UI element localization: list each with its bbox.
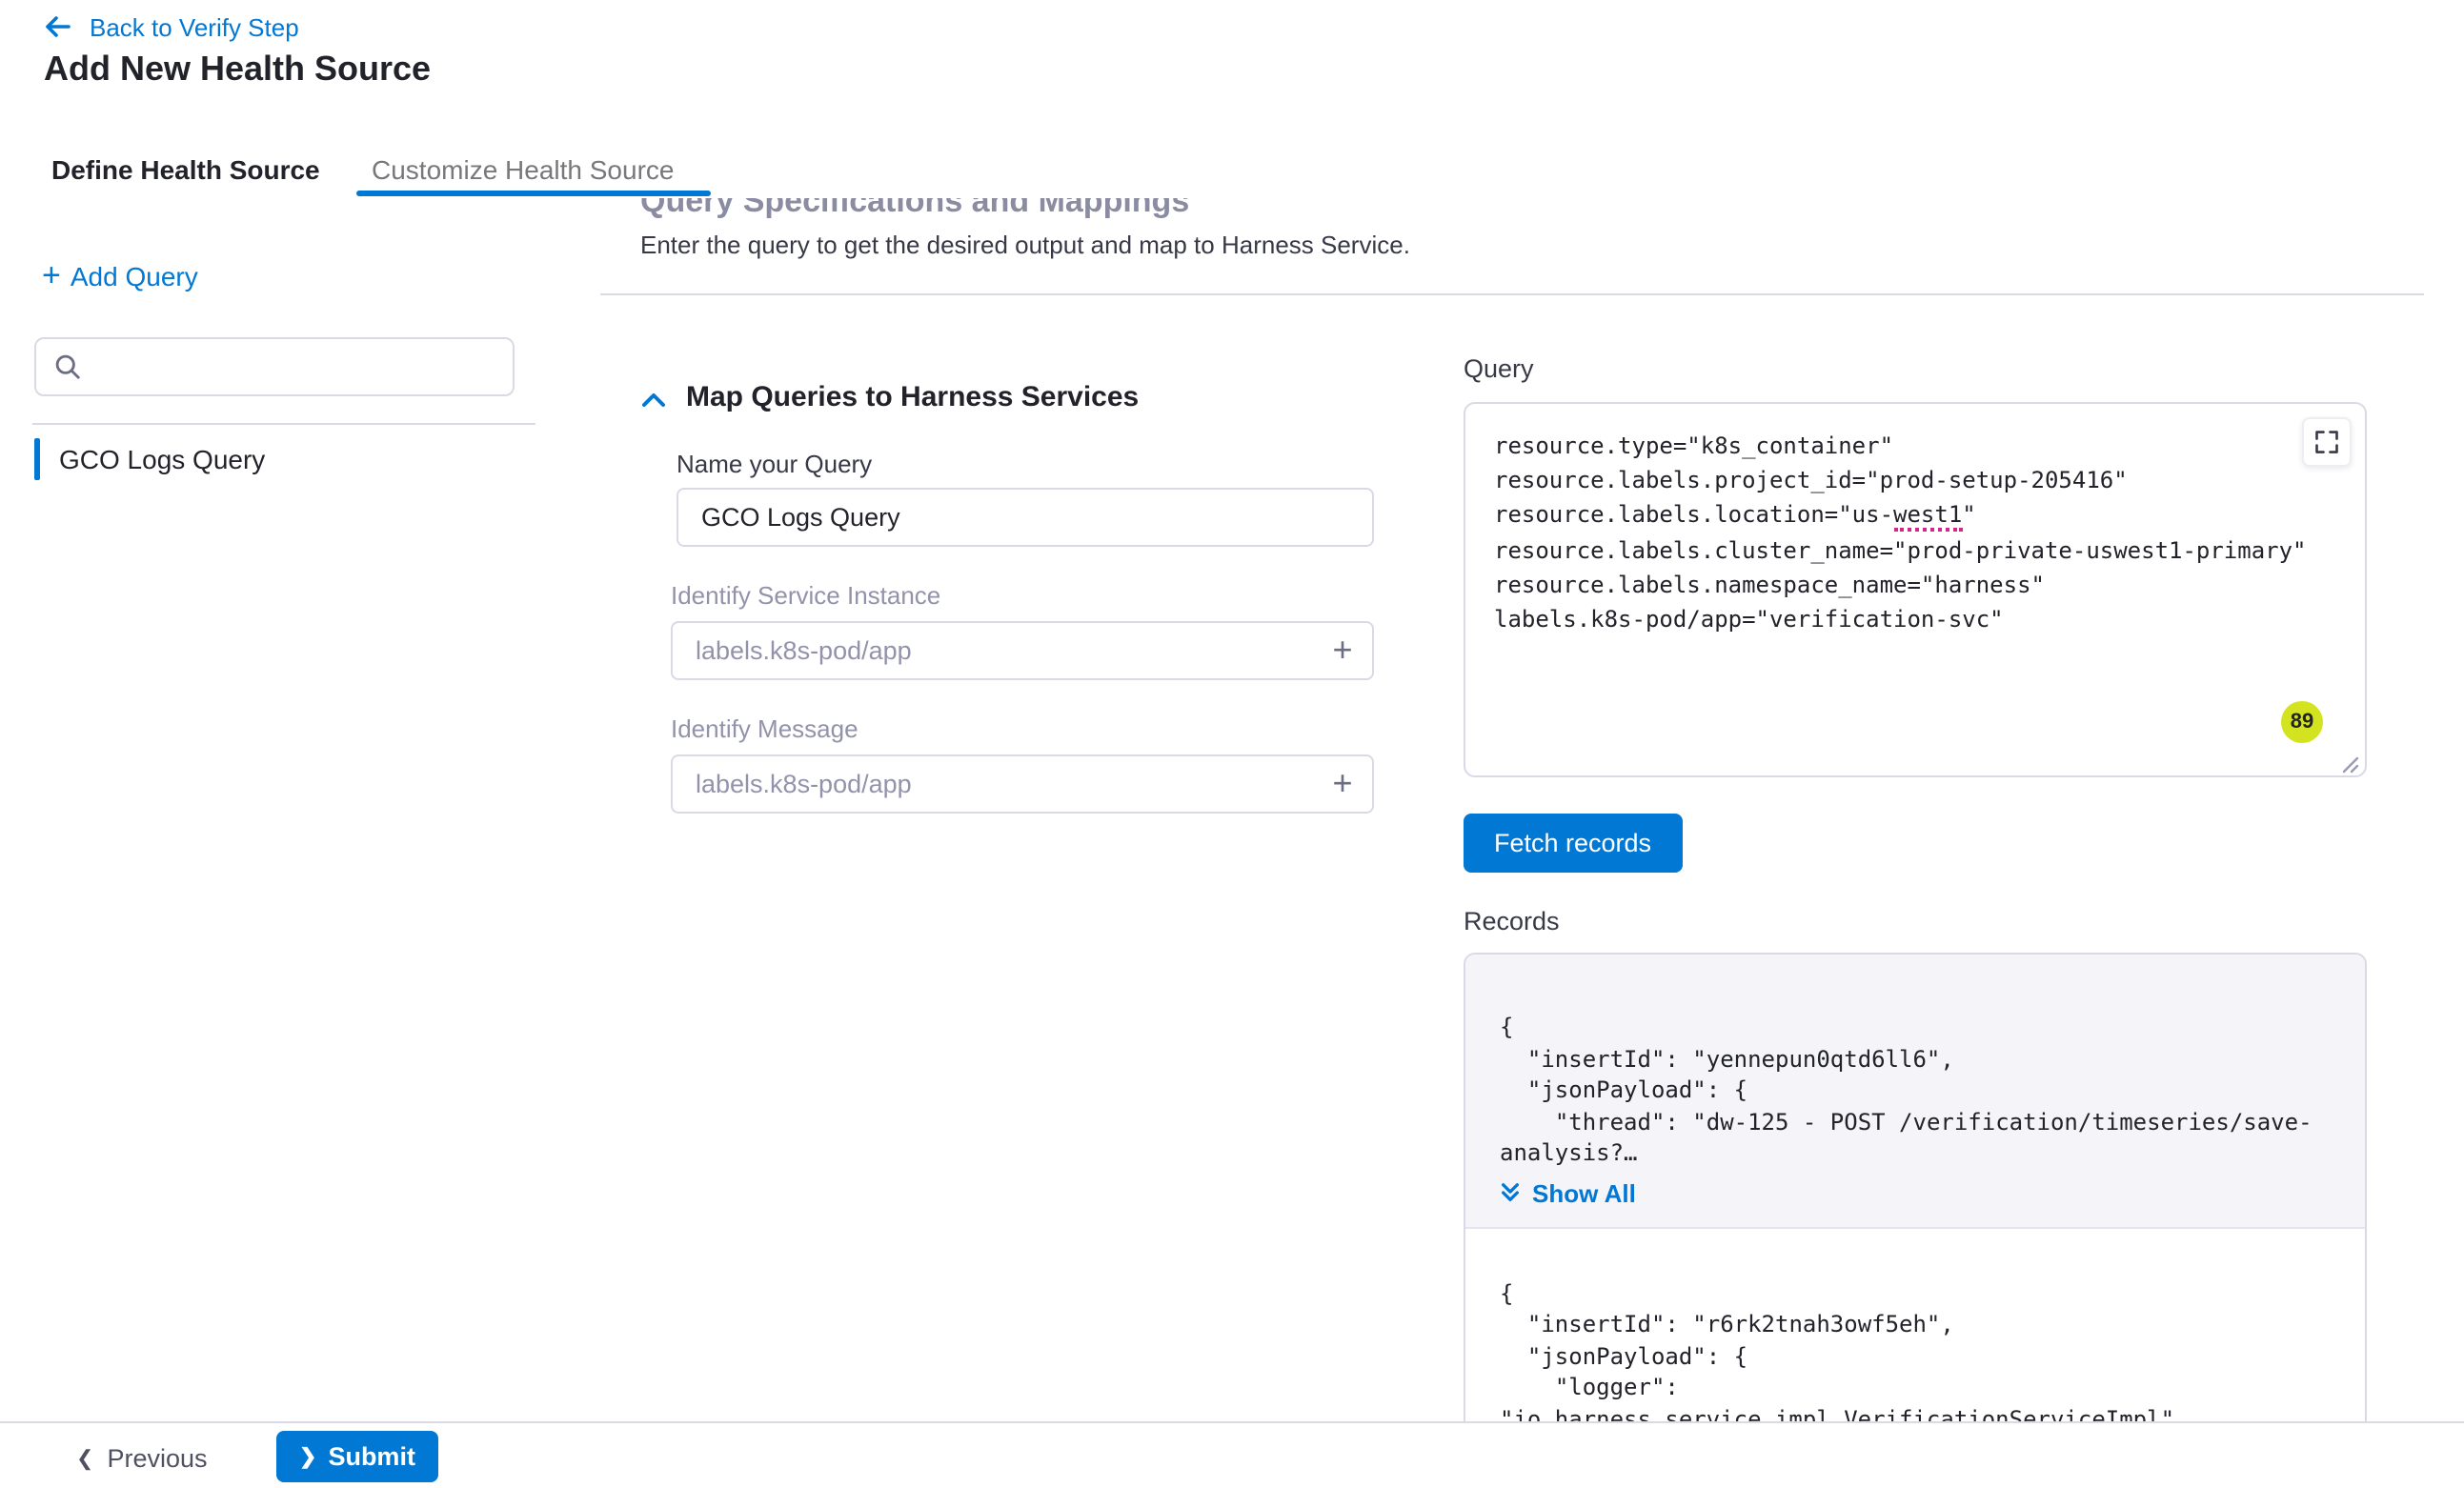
query-line: resource.labels.namespace_name="harness" — [1494, 568, 2336, 602]
name-query-label: Name your Query — [677, 450, 872, 478]
records-label: Records — [1464, 907, 1560, 935]
back-link-label: Back to Verify Step — [90, 12, 299, 41]
name-query-input[interactable] — [677, 488, 1374, 547]
show-all-label: Show All — [1532, 1178, 1636, 1207]
map-queries-title: Map Queries to Harness Services — [686, 381, 1139, 413]
submit-label: Submit — [328, 1442, 415, 1471]
chevron-right-icon: ❯ — [299, 1444, 316, 1469]
sidebar-divider — [32, 423, 535, 425]
selected-query-indicator — [34, 438, 40, 480]
records-panel: { "insertId": "yennepun0qtd6ll6", "jsonP… — [1464, 953, 2367, 1421]
identify-message-label: Identify Message — [671, 714, 858, 743]
main-content: Query Specifications and Mappings Enter … — [600, 198, 2464, 1421]
query-label: Query — [1464, 354, 1534, 383]
fetch-records-button[interactable]: Fetch records — [1464, 814, 1682, 873]
query-search-box[interactable] — [34, 337, 515, 396]
add-message-button[interactable]: + — [1321, 762, 1364, 806]
misspelled-word: west1 — [1893, 502, 1962, 533]
query-line: resource.type="k8s_container" — [1494, 429, 2336, 463]
tab-define-health-source[interactable]: Define Health Source — [51, 154, 320, 185]
section-subtitle: Enter the query to get the desired outpu… — [640, 231, 1410, 259]
service-instance-input[interactable] — [671, 621, 1374, 680]
add-query-button[interactable]: + Add Query — [42, 261, 198, 292]
query-search-input[interactable] — [95, 352, 495, 381]
resize-grip-icon — [2338, 753, 2359, 774]
expand-query-button[interactable] — [2302, 417, 2352, 467]
add-service-instance-button[interactable]: + — [1321, 629, 1364, 673]
service-instance-label: Identify Service Instance — [671, 581, 940, 610]
chevron-left-icon: ❮ — [76, 1445, 93, 1470]
plus-icon: + — [42, 263, 61, 290]
collapse-section-button[interactable] — [635, 383, 673, 421]
add-health-source-page: Back to Verify Step Add New Health Sourc… — [0, 0, 2464, 1488]
query-line: resource.labels.location="us-west1" — [1494, 498, 2336, 533]
char-count-badge: 89 — [2281, 701, 2323, 743]
query-list-item-gco-logs[interactable]: GCO Logs Query — [34, 434, 534, 484]
query-line: resource.labels.project_id="prod-setup-2… — [1494, 463, 2336, 497]
active-tab-underline — [356, 191, 711, 196]
search-icon — [53, 352, 82, 381]
previous-label: Previous — [107, 1443, 207, 1472]
chevron-up-icon — [640, 388, 667, 411]
query-line: resource.labels.cluster_name="prod-priva… — [1494, 533, 2336, 567]
previous-button[interactable]: ❮ Previous — [76, 1435, 208, 1480]
back-arrow-icon — [42, 11, 72, 42]
query-textarea[interactable]: resource.type="k8s_container" resource.l… — [1464, 402, 2367, 777]
footer-bar: ❮ Previous ❯ Submit — [0, 1421, 2464, 1488]
tab-customize-health-source[interactable]: Customize Health Source — [372, 154, 675, 185]
add-query-label: Add Query — [71, 261, 198, 292]
plus-icon: + — [1332, 631, 1352, 669]
section-divider — [600, 293, 2424, 295]
query-line: labels.k8s-pod/app="verification-svc" — [1494, 602, 2336, 636]
page-title: Add New Health Source — [44, 50, 431, 90]
record-card: { "insertId": "yennepun0qtd6ll6", "jsonP… — [1465, 955, 2365, 1228]
show-all-button[interactable]: Show All — [1500, 1178, 1636, 1207]
plus-icon: + — [1332, 764, 1352, 802]
record-json: { "insertId": "yennepun0qtd6ll6", "jsonP… — [1500, 1012, 2334, 1169]
back-link[interactable]: Back to Verify Step — [42, 11, 299, 42]
double-chevron-down-icon — [1500, 1181, 1521, 1204]
fullscreen-icon — [2313, 429, 2340, 455]
section-title: Query Specifications and Mappings — [640, 198, 1189, 221]
identify-message-input[interactable] — [671, 754, 1374, 814]
submit-button[interactable]: ❯ Submit — [276, 1431, 438, 1482]
record-card: { "insertId": "r6rk2tnah3owf5eh", "jsonP… — [1465, 1228, 2365, 1421]
query-item-label: GCO Logs Query — [59, 444, 265, 474]
record-json: { "insertId": "r6rk2tnah3owf5eh", "jsonP… — [1500, 1277, 2334, 1421]
resize-handle[interactable] — [2338, 749, 2359, 770]
